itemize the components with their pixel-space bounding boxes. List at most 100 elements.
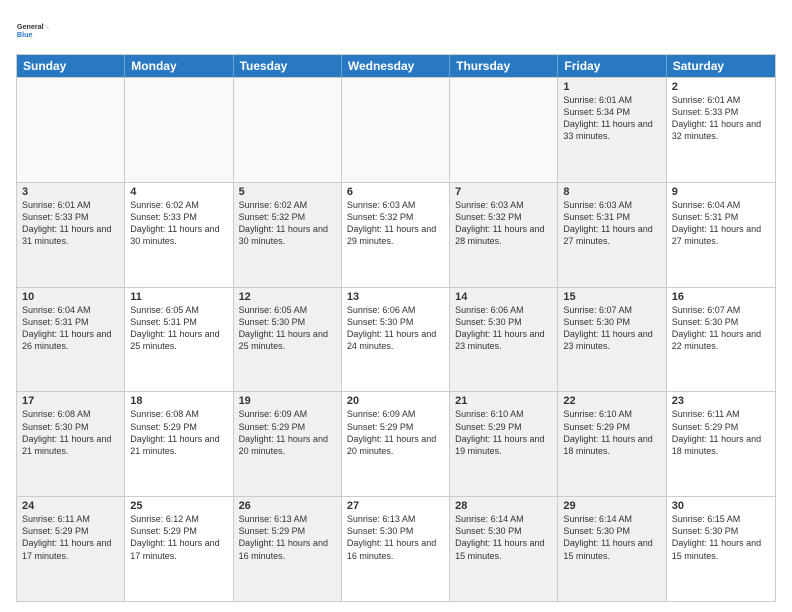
calendar-header-day: Saturday bbox=[667, 55, 775, 77]
calendar-header-day: Friday bbox=[558, 55, 666, 77]
calendar-cell: 29Sunrise: 6:14 AM Sunset: 5:30 PM Dayli… bbox=[558, 497, 666, 601]
calendar-cell: 17Sunrise: 6:08 AM Sunset: 5:30 PM Dayli… bbox=[17, 392, 125, 496]
calendar-cell bbox=[234, 78, 342, 182]
day-number: 10 bbox=[22, 291, 119, 303]
day-info: Sunrise: 6:10 AM Sunset: 5:29 PM Dayligh… bbox=[455, 408, 552, 457]
day-number: 23 bbox=[672, 395, 770, 407]
calendar-header-day: Tuesday bbox=[234, 55, 342, 77]
calendar-cell: 23Sunrise: 6:11 AM Sunset: 5:29 PM Dayli… bbox=[667, 392, 775, 496]
logo-icon: GeneralBlue bbox=[16, 12, 52, 48]
day-info: Sunrise: 6:08 AM Sunset: 5:29 PM Dayligh… bbox=[130, 408, 227, 457]
day-number: 27 bbox=[347, 500, 444, 512]
day-info: Sunrise: 6:02 AM Sunset: 5:33 PM Dayligh… bbox=[130, 199, 227, 248]
day-info: Sunrise: 6:01 AM Sunset: 5:33 PM Dayligh… bbox=[22, 199, 119, 248]
day-number: 21 bbox=[455, 395, 552, 407]
day-info: Sunrise: 6:14 AM Sunset: 5:30 PM Dayligh… bbox=[455, 513, 552, 562]
day-info: Sunrise: 6:07 AM Sunset: 5:30 PM Dayligh… bbox=[563, 304, 660, 353]
calendar-cell: 6Sunrise: 6:03 AM Sunset: 5:32 PM Daylig… bbox=[342, 183, 450, 287]
day-info: Sunrise: 6:08 AM Sunset: 5:30 PM Dayligh… bbox=[22, 408, 119, 457]
calendar-body: 1Sunrise: 6:01 AM Sunset: 5:34 PM Daylig… bbox=[17, 77, 775, 601]
day-number: 30 bbox=[672, 500, 770, 512]
day-info: Sunrise: 6:14 AM Sunset: 5:30 PM Dayligh… bbox=[563, 513, 660, 562]
calendar-cell: 25Sunrise: 6:12 AM Sunset: 5:29 PM Dayli… bbox=[125, 497, 233, 601]
calendar-cell: 27Sunrise: 6:13 AM Sunset: 5:30 PM Dayli… bbox=[342, 497, 450, 601]
day-number: 22 bbox=[563, 395, 660, 407]
day-number: 2 bbox=[672, 81, 770, 93]
calendar-row: 17Sunrise: 6:08 AM Sunset: 5:30 PM Dayli… bbox=[17, 391, 775, 496]
day-info: Sunrise: 6:03 AM Sunset: 5:32 PM Dayligh… bbox=[455, 199, 552, 248]
day-info: Sunrise: 6:10 AM Sunset: 5:29 PM Dayligh… bbox=[563, 408, 660, 457]
day-info: Sunrise: 6:15 AM Sunset: 5:30 PM Dayligh… bbox=[672, 513, 770, 562]
calendar: SundayMondayTuesdayWednesdayThursdayFrid… bbox=[16, 54, 776, 602]
calendar-cell bbox=[342, 78, 450, 182]
calendar-cell bbox=[450, 78, 558, 182]
day-info: Sunrise: 6:12 AM Sunset: 5:29 PM Dayligh… bbox=[130, 513, 227, 562]
day-info: Sunrise: 6:04 AM Sunset: 5:31 PM Dayligh… bbox=[22, 304, 119, 353]
day-info: Sunrise: 6:13 AM Sunset: 5:30 PM Dayligh… bbox=[347, 513, 444, 562]
day-info: Sunrise: 6:11 AM Sunset: 5:29 PM Dayligh… bbox=[672, 408, 770, 457]
day-info: Sunrise: 6:09 AM Sunset: 5:29 PM Dayligh… bbox=[239, 408, 336, 457]
calendar-row: 24Sunrise: 6:11 AM Sunset: 5:29 PM Dayli… bbox=[17, 496, 775, 601]
day-info: Sunrise: 6:02 AM Sunset: 5:32 PM Dayligh… bbox=[239, 199, 336, 248]
day-number: 5 bbox=[239, 186, 336, 198]
day-number: 1 bbox=[563, 81, 660, 93]
day-number: 19 bbox=[239, 395, 336, 407]
calendar-cell: 24Sunrise: 6:11 AM Sunset: 5:29 PM Dayli… bbox=[17, 497, 125, 601]
calendar-cell: 28Sunrise: 6:14 AM Sunset: 5:30 PM Dayli… bbox=[450, 497, 558, 601]
calendar-row: 3Sunrise: 6:01 AM Sunset: 5:33 PM Daylig… bbox=[17, 182, 775, 287]
calendar-header: SundayMondayTuesdayWednesdayThursdayFrid… bbox=[17, 55, 775, 77]
day-number: 13 bbox=[347, 291, 444, 303]
day-number: 11 bbox=[130, 291, 227, 303]
calendar-cell: 9Sunrise: 6:04 AM Sunset: 5:31 PM Daylig… bbox=[667, 183, 775, 287]
day-info: Sunrise: 6:06 AM Sunset: 5:30 PM Dayligh… bbox=[455, 304, 552, 353]
day-number: 8 bbox=[563, 186, 660, 198]
day-number: 6 bbox=[347, 186, 444, 198]
day-info: Sunrise: 6:03 AM Sunset: 5:32 PM Dayligh… bbox=[347, 199, 444, 248]
day-number: 26 bbox=[239, 500, 336, 512]
day-info: Sunrise: 6:05 AM Sunset: 5:31 PM Dayligh… bbox=[130, 304, 227, 353]
calendar-cell: 4Sunrise: 6:02 AM Sunset: 5:33 PM Daylig… bbox=[125, 183, 233, 287]
calendar-cell: 11Sunrise: 6:05 AM Sunset: 5:31 PM Dayli… bbox=[125, 288, 233, 392]
day-number: 4 bbox=[130, 186, 227, 198]
calendar-header-day: Wednesday bbox=[342, 55, 450, 77]
day-number: 24 bbox=[22, 500, 119, 512]
calendar-cell: 19Sunrise: 6:09 AM Sunset: 5:29 PM Dayli… bbox=[234, 392, 342, 496]
day-info: Sunrise: 6:09 AM Sunset: 5:29 PM Dayligh… bbox=[347, 408, 444, 457]
calendar-cell: 7Sunrise: 6:03 AM Sunset: 5:32 PM Daylig… bbox=[450, 183, 558, 287]
calendar-cell: 3Sunrise: 6:01 AM Sunset: 5:33 PM Daylig… bbox=[17, 183, 125, 287]
calendar-cell: 15Sunrise: 6:07 AM Sunset: 5:30 PM Dayli… bbox=[558, 288, 666, 392]
day-info: Sunrise: 6:01 AM Sunset: 5:33 PM Dayligh… bbox=[672, 94, 770, 143]
day-number: 20 bbox=[347, 395, 444, 407]
day-number: 7 bbox=[455, 186, 552, 198]
calendar-cell: 2Sunrise: 6:01 AM Sunset: 5:33 PM Daylig… bbox=[667, 78, 775, 182]
day-number: 29 bbox=[563, 500, 660, 512]
calendar-cell: 22Sunrise: 6:10 AM Sunset: 5:29 PM Dayli… bbox=[558, 392, 666, 496]
calendar-cell: 1Sunrise: 6:01 AM Sunset: 5:34 PM Daylig… bbox=[558, 78, 666, 182]
calendar-cell: 12Sunrise: 6:05 AM Sunset: 5:30 PM Dayli… bbox=[234, 288, 342, 392]
day-number: 14 bbox=[455, 291, 552, 303]
calendar-header-day: Thursday bbox=[450, 55, 558, 77]
day-number: 25 bbox=[130, 500, 227, 512]
calendar-cell: 8Sunrise: 6:03 AM Sunset: 5:31 PM Daylig… bbox=[558, 183, 666, 287]
calendar-header-day: Monday bbox=[125, 55, 233, 77]
calendar-cell: 30Sunrise: 6:15 AM Sunset: 5:30 PM Dayli… bbox=[667, 497, 775, 601]
calendar-cell: 13Sunrise: 6:06 AM Sunset: 5:30 PM Dayli… bbox=[342, 288, 450, 392]
page: GeneralBlue SundayMondayTuesdayWednesday… bbox=[0, 0, 792, 612]
calendar-row: 1Sunrise: 6:01 AM Sunset: 5:34 PM Daylig… bbox=[17, 77, 775, 182]
day-number: 12 bbox=[239, 291, 336, 303]
day-info: Sunrise: 6:05 AM Sunset: 5:30 PM Dayligh… bbox=[239, 304, 336, 353]
day-info: Sunrise: 6:04 AM Sunset: 5:31 PM Dayligh… bbox=[672, 199, 770, 248]
day-info: Sunrise: 6:13 AM Sunset: 5:29 PM Dayligh… bbox=[239, 513, 336, 562]
day-number: 17 bbox=[22, 395, 119, 407]
calendar-cell bbox=[125, 78, 233, 182]
calendar-cell: 21Sunrise: 6:10 AM Sunset: 5:29 PM Dayli… bbox=[450, 392, 558, 496]
day-number: 9 bbox=[672, 186, 770, 198]
day-info: Sunrise: 6:01 AM Sunset: 5:34 PM Dayligh… bbox=[563, 94, 660, 143]
svg-text:Blue: Blue bbox=[17, 30, 33, 39]
day-number: 16 bbox=[672, 291, 770, 303]
calendar-cell: 14Sunrise: 6:06 AM Sunset: 5:30 PM Dayli… bbox=[450, 288, 558, 392]
calendar-cell: 18Sunrise: 6:08 AM Sunset: 5:29 PM Dayli… bbox=[125, 392, 233, 496]
calendar-cell bbox=[17, 78, 125, 182]
page-header: GeneralBlue bbox=[16, 12, 776, 48]
day-number: 28 bbox=[455, 500, 552, 512]
